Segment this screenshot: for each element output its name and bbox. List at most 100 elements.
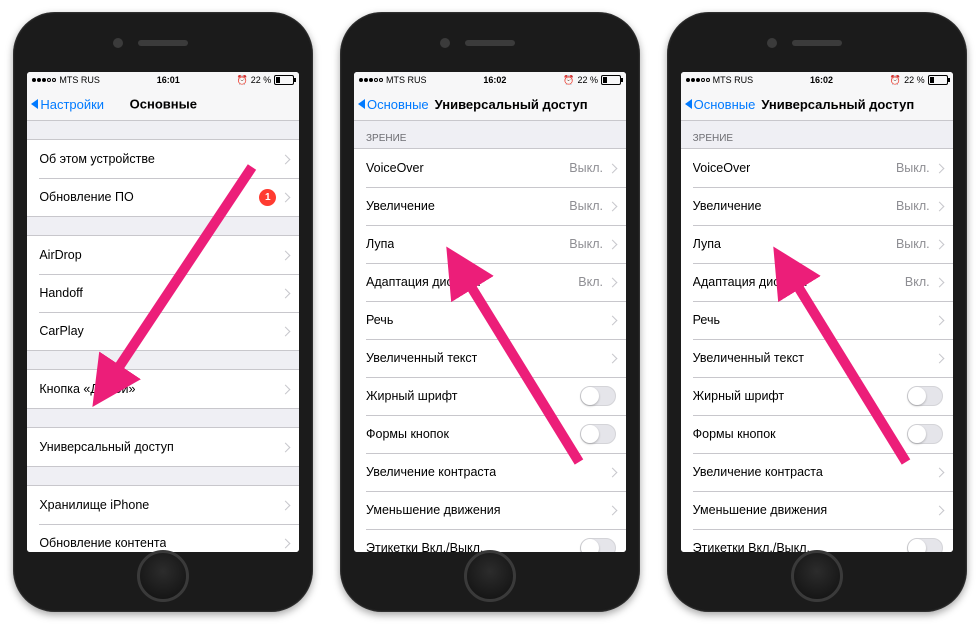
alarm-icon: ⏰ bbox=[890, 75, 901, 86]
back-button[interactable]: Настройки bbox=[27, 97, 108, 112]
toggle-switch[interactable] bbox=[580, 538, 616, 552]
toggle-switch[interactable] bbox=[907, 538, 943, 552]
settings-row[interactable]: Обновление ПО 1 bbox=[27, 178, 299, 216]
status-bar: MTS RUS16:01⏰22 % bbox=[27, 72, 299, 88]
toggle-switch[interactable] bbox=[907, 424, 943, 444]
status-time: 16:02 bbox=[483, 75, 506, 85]
screen: MTS RUS16:02⏰22 %ОсновныеУниверсальный д… bbox=[354, 72, 626, 552]
settings-row[interactable]: УвеличениеВыкл. bbox=[354, 187, 626, 225]
row-label: Обновление ПО bbox=[39, 190, 133, 204]
status-time: 16:02 bbox=[810, 75, 833, 85]
chevron-right-icon bbox=[934, 201, 944, 211]
settings-row[interactable]: Жирный шрифт bbox=[354, 377, 626, 415]
settings-content[interactable]: ЗРЕНИЕVoiceOverВыкл.УвеличениеВыкл.ЛупаВ… bbox=[681, 121, 953, 552]
row-label: Кнопка «Домой» bbox=[39, 382, 135, 396]
carrier-label: MTS RUS bbox=[713, 75, 754, 85]
settings-row[interactable]: Обновление контента bbox=[27, 524, 299, 552]
settings-row[interactable]: Уменьшение движения bbox=[681, 491, 953, 529]
chevron-right-icon bbox=[608, 277, 618, 287]
back-label: Основные bbox=[367, 97, 429, 112]
settings-row[interactable]: Увеличение контраста bbox=[681, 453, 953, 491]
chevron-right-icon bbox=[934, 163, 944, 173]
settings-content[interactable]: ЗРЕНИЕVoiceOverВыкл.УвеличениеВыкл.ЛупаВ… bbox=[354, 121, 626, 552]
row-value: Выкл. bbox=[569, 237, 603, 251]
row-label: Уменьшение движения bbox=[693, 503, 828, 517]
row-label: VoiceOver bbox=[693, 161, 751, 175]
settings-row[interactable]: Адаптация дисплеяВкл. bbox=[681, 263, 953, 301]
settings-row[interactable]: Этикетки Вкл./Выкл. bbox=[354, 529, 626, 552]
row-value: Выкл. bbox=[896, 237, 930, 251]
home-button[interactable] bbox=[464, 550, 516, 602]
update-badge: 1 bbox=[259, 189, 276, 206]
settings-row[interactable]: Увеличенный текст bbox=[354, 339, 626, 377]
nav-title: Универсальный доступ bbox=[433, 97, 626, 112]
chevron-right-icon bbox=[608, 505, 618, 515]
chevron-left-icon bbox=[358, 99, 365, 109]
settings-section: Хранилище iPhoneОбновление контента bbox=[27, 485, 299, 552]
row-label: Универсальный доступ bbox=[39, 440, 173, 454]
chevron-right-icon bbox=[608, 239, 618, 249]
settings-content[interactable]: Об этом устройстве Обновление ПО 1 AirDrop H… bbox=[27, 121, 299, 552]
settings-row[interactable]: УвеличениеВыкл. bbox=[681, 187, 953, 225]
chevron-right-icon bbox=[281, 500, 291, 510]
row-label: Жирный шрифт bbox=[693, 389, 785, 403]
nav-title: Универсальный доступ bbox=[759, 97, 952, 112]
chevron-right-icon bbox=[608, 201, 618, 211]
settings-row[interactable]: Жирный шрифт bbox=[681, 377, 953, 415]
chevron-right-icon bbox=[934, 315, 944, 325]
alarm-icon: ⏰ bbox=[563, 75, 574, 86]
chevron-right-icon bbox=[608, 353, 618, 363]
settings-row[interactable]: Формы кнопок bbox=[681, 415, 953, 453]
chevron-right-icon bbox=[281, 154, 291, 164]
row-label: CarPlay bbox=[39, 324, 83, 338]
chevron-right-icon bbox=[608, 467, 618, 477]
chevron-right-icon bbox=[281, 384, 291, 394]
settings-row[interactable]: Речь bbox=[681, 301, 953, 339]
home-button[interactable] bbox=[137, 550, 189, 602]
row-label: AirDrop bbox=[39, 248, 81, 262]
toggle-switch[interactable] bbox=[907, 386, 943, 406]
settings-row[interactable]: Handoff bbox=[27, 274, 299, 312]
battery-pct-label: 22 % bbox=[904, 75, 925, 85]
settings-row[interactable]: Универсальный доступ bbox=[27, 428, 299, 466]
battery-icon bbox=[601, 75, 621, 85]
settings-row[interactable]: VoiceOverВыкл. bbox=[681, 149, 953, 187]
status-bar: MTS RUS16:02⏰22 % bbox=[354, 72, 626, 88]
settings-row[interactable]: Хранилище iPhone bbox=[27, 486, 299, 524]
battery-pct-label: 22 % bbox=[251, 75, 272, 85]
row-label: Адаптация дисплея bbox=[366, 275, 481, 289]
settings-row[interactable]: Речь bbox=[354, 301, 626, 339]
section-header: ЗРЕНИЕ bbox=[681, 121, 953, 148]
settings-row[interactable]: Адаптация дисплея Вкл. bbox=[354, 263, 626, 301]
settings-row[interactable]: Об этом устройстве bbox=[27, 140, 299, 178]
settings-row[interactable]: Увеличение контраста bbox=[354, 453, 626, 491]
settings-row[interactable]: ЛупаВыкл. bbox=[354, 225, 626, 263]
settings-row[interactable]: Увеличенный текст bbox=[681, 339, 953, 377]
settings-row[interactable]: ЛупаВыкл. bbox=[681, 225, 953, 263]
chevron-right-icon bbox=[281, 538, 291, 548]
settings-section: Кнопка «Домой» bbox=[27, 369, 299, 409]
settings-row[interactable]: Кнопка «Домой» bbox=[27, 370, 299, 408]
battery-icon bbox=[274, 75, 294, 85]
settings-row[interactable]: Этикетки Вкл./Выкл. bbox=[681, 529, 953, 552]
settings-row[interactable]: AirDrop bbox=[27, 236, 299, 274]
settings-row[interactable]: Формы кнопок bbox=[354, 415, 626, 453]
back-button[interactable]: Основные bbox=[681, 97, 760, 112]
row-label: Формы кнопок bbox=[366, 427, 449, 441]
home-button[interactable] bbox=[791, 550, 843, 602]
chevron-right-icon bbox=[281, 442, 291, 452]
back-button[interactable]: Основные bbox=[354, 97, 433, 112]
settings-row[interactable]: VoiceOverВыкл. bbox=[354, 149, 626, 187]
settings-row[interactable]: CarPlay bbox=[27, 312, 299, 350]
status-bar: MTS RUS 16:02 ⏰22 % bbox=[681, 72, 953, 88]
toggle-switch[interactable] bbox=[580, 386, 616, 406]
row-label: Увеличение bbox=[366, 199, 435, 213]
row-label: Формы кнопок bbox=[693, 427, 776, 441]
toggle-switch[interactable] bbox=[580, 424, 616, 444]
back-label: Основные bbox=[694, 97, 756, 112]
battery-icon bbox=[928, 75, 948, 85]
chevron-right-icon bbox=[281, 288, 291, 298]
row-value: Вкл. bbox=[578, 275, 603, 289]
settings-row[interactable]: Уменьшение движения bbox=[354, 491, 626, 529]
row-value: Выкл. bbox=[896, 199, 930, 213]
